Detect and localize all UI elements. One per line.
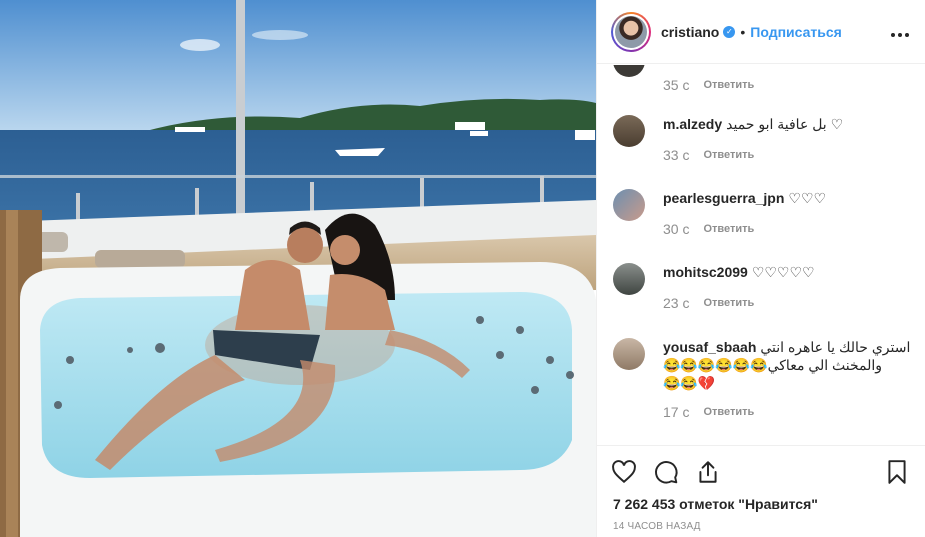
commenter-username[interactable]: mohitsc2099 [663,264,748,280]
comment-item: pearlesguerra_jpn ♡♡♡ 30 с Ответить [613,189,913,237]
comment-time: 33 с [663,147,690,163]
comment-text: ♡♡♡ [788,190,827,206]
bookmark-icon[interactable] [884,459,910,485]
commenter-avatar[interactable] [613,115,645,147]
reply-button[interactable]: Ответить [703,77,754,93]
commenter-username[interactable]: pearlesguerra_jpn [663,190,784,206]
commenter-avatar[interactable] [613,65,645,77]
post-timestamp[interactable]: 14 часов назад [597,521,925,532]
reply-button[interactable]: Ответить [703,404,754,420]
comment-icon[interactable] [653,459,679,485]
likes-count[interactable]: 7 262 453 отметок "Нравится" [597,496,925,512]
comment-time: 17 с [663,404,690,420]
reply-button[interactable]: Ответить [703,295,754,311]
post-image [0,0,596,537]
header-separator: • [740,23,746,40]
comment-item: mohitsc2099 ♡♡♡♡♡ 23 с Ответить [613,263,913,311]
instagram-post-view: cristiano ✓ • Подписаться 35 с Ответить [0,0,925,537]
comment-item: 35 с Ответить [613,65,913,93]
comment-text: استري حالك يا عاهره انتي [760,339,911,355]
comment-text-line-2: والمخنث الي معاكي😂😂😂😂😂😂 [663,357,883,373]
action-icons [597,446,925,488]
comment-text: ♡♡♡♡♡ [751,264,815,280]
comments-list[interactable]: 35 с Ответить m.alzedy بل عافية ابو حميد … [597,65,925,445]
author-avatar[interactable] [611,11,651,52]
verified-badge-icon: ✓ [723,25,736,38]
comment-time: 35 с [663,77,690,93]
comment-text: بل عافية ابو حميد ♡ [726,116,844,132]
post-actions: 7 262 453 отметок "Нравится" 14 часов на… [597,445,925,537]
commenter-avatar[interactable] [613,189,645,221]
post-side-panel: cristiano ✓ • Подписаться 35 с Ответить [596,0,925,537]
comment-time: 30 с [663,221,690,237]
reply-button[interactable]: Ответить [703,221,754,237]
comment-text-line-3: 😂😂💔 [663,375,716,391]
comment-item: m.alzedy بل عافية ابو حميد ♡ 33 с Ответит… [613,115,913,163]
share-icon[interactable] [695,459,721,485]
heart-icon[interactable] [611,459,637,485]
follow-button[interactable]: Подписаться [750,24,842,40]
commenter-username[interactable]: yousaf_sbaah [663,339,756,355]
more-options-icon[interactable] [891,21,909,42]
commenter-avatar[interactable] [613,263,645,295]
post-header: cristiano ✓ • Подписаться [597,0,925,64]
comment-time: 23 с [663,295,690,311]
reply-button[interactable]: Ответить [703,147,754,163]
comment-item: yousaf_sbaah استري حالك يا عاهره انتي وال… [613,338,913,420]
commenter-username[interactable]: m.alzedy [663,116,722,132]
commenter-avatar[interactable] [613,338,645,370]
author-username[interactable]: cristiano [661,24,719,40]
post-photo[interactable] [0,0,596,537]
